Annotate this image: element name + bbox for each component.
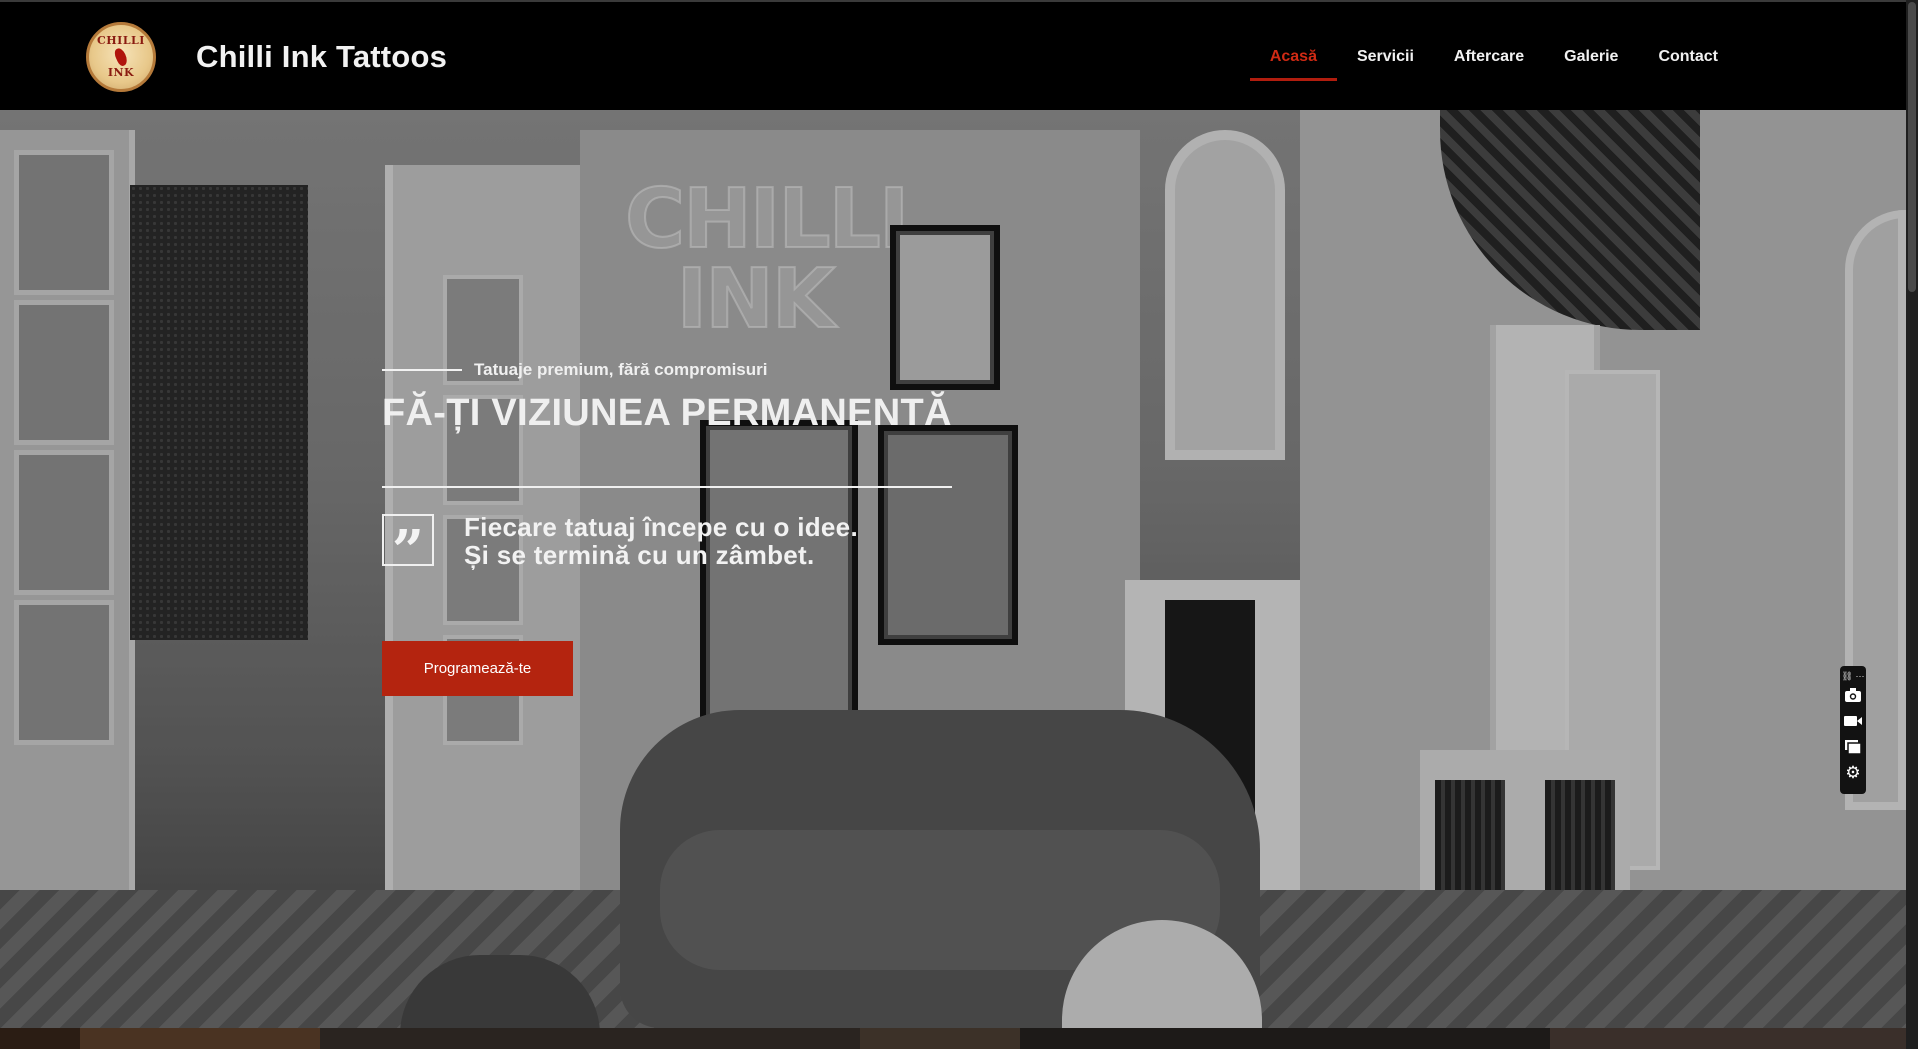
hero-quote: Fiecare tatuaj începe cu o idee. Și se t… [464,513,858,569]
next-section-preview [0,1028,1906,1049]
nav-item-contact[interactable]: Contact [1638,32,1738,84]
site-header: CHILLI INK Chilli Ink Tattoos Acasă Serv… [0,0,1906,110]
site-title[interactable]: Chilli Ink Tattoos [196,39,447,75]
nav-item-aftercare[interactable]: Aftercare [1434,32,1544,84]
logo-text-ink: INK [107,66,135,79]
settings-icon[interactable]: ⚙ [1842,760,1864,786]
logo-text-chilli: CHILLI [97,34,145,47]
brand-logo[interactable]: CHILLI INK [86,22,156,92]
nav-item-acasa[interactable]: Acasă [1249,32,1338,84]
toolbar-menu-icon[interactable]: ⛓ ⋯ [1842,670,1865,682]
camera-icon[interactable] [1842,682,1864,708]
nav-item-servicii[interactable]: Servicii [1337,32,1434,84]
hero-section: CHILLI INK Tatuaje premium, fără comprom… [0,110,1906,1028]
hero-divider [382,486,952,488]
video-icon[interactable] [1842,708,1864,734]
floating-toolbar: ⛓ ⋯ ⚙ [1840,666,1866,794]
quote-line-1: Fiecare tatuaj începe cu o idee. [464,512,858,542]
quote-line-2: Și se termină cu un zâmbet. [464,540,815,570]
quote-icon: ” [382,514,434,579]
chilli-pepper-icon [112,46,130,68]
scrollbar-thumb[interactable] [1908,2,1916,292]
book-appointment-button[interactable]: Programează-te [382,641,573,696]
eyebrow-line [382,369,462,371]
main-nav: Acasă Servicii Aftercare Galerie Contact [1249,32,1738,84]
page-scrollbar[interactable] [1906,0,1918,1049]
screens-icon[interactable] [1842,734,1864,760]
eyebrow-text: Tatuaje premium, fără compromisuri [474,360,768,379]
nav-item-galerie[interactable]: Galerie [1544,32,1638,84]
page: CHILLI INK Chilli Ink Tattoos Acasă Serv… [0,0,1918,1049]
hero-headline: FĂ-ȚI VIZIUNEA PERMANENTĂ [382,392,952,434]
hero-eyebrow: Tatuaje premium, fără compromisuri [382,360,767,380]
